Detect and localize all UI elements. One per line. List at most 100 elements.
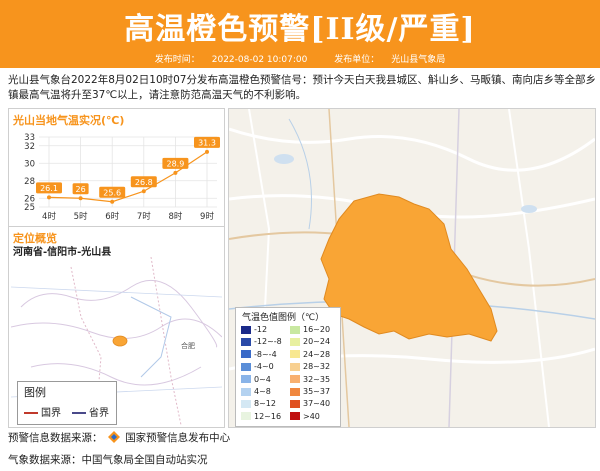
legend-range-label: 20~24 [303,337,331,347]
temperature-panel: 光山当地气温实况(℃) 25 26 28 30 32 33 4时 5时 6时 7时 8时 9时 26.1… [8,108,225,228]
legend-temperature-range: 16~20 [290,325,330,335]
chart-x-tick: 4时 [42,211,56,222]
chart-data-label: 25.6 [103,188,121,197]
legend-swatch [290,375,300,384]
location-panel: 定位概览 河南省-信阳市-光山县 合肥 图例 国界 省界 [8,226,225,428]
warning-source-name[interactable]: 国家预警信息发布中心 [125,432,230,444]
publisher-label: 发布单位： [334,55,380,65]
city-label: 合肥 [181,342,195,350]
legend-temperature-range: 28~32 [290,362,330,372]
warning-center-icon [107,430,120,446]
chart-data-label: 26.8 [135,178,153,187]
legend-swatch [290,325,300,334]
warning-meta: 发布时间： 2022-08-02 10:07:00 发布单位： 光山县气象局 [0,52,600,68]
chart-x-tick: 9时 [200,211,214,222]
legend-swatch [290,412,300,421]
chart-point [78,196,83,201]
legend-temperature-range: 35~37 [290,387,330,397]
legend-range-label: 4~8 [254,387,271,396]
chart-point [47,195,51,200]
legend-range-label: 32~35 [303,374,331,384]
legend-swatch [241,412,251,421]
legend-swatch [290,337,300,346]
legend-range-label: 8~12 [254,399,276,409]
legend-temperature-range: 37~40 [290,399,330,409]
guangshan-highlight [112,335,128,347]
chart-data-label: 26.1 [40,184,58,193]
legend-temperature-range: 32~35 [290,375,330,385]
temperature-legend: 气温色值图例（℃） -12 -12~-8 -8~-4 -4~0 0~4 4~8 8~12 12… [235,307,341,427]
legend-range-label: -8~-4 [254,349,277,359]
legend-range-label: 37~40 [303,399,331,409]
weather-source: 气象数据来源：中国气象局全国自动站实况 [8,452,208,467]
chart-data-label: 28.9 [166,159,184,168]
chart-point [205,149,209,154]
legend-item-national-border: 国界 [24,404,61,419]
chart-y-tick: 30 [24,159,35,169]
legend-item-provincial-border: 省界 [72,404,109,419]
location-subtitle: 河南省-信阳市-光山县 [13,247,112,258]
weather-source-name: 中国气象局全国自动站实况 [81,454,208,466]
legend-range-label: -12 [254,325,268,334]
overview-legend-title: 图例 [24,386,46,399]
chart-point [110,199,115,204]
legend-temperature-range: 4~8 [241,387,271,397]
overview-legend: 图例 国界 省界 [17,381,117,425]
legend-temperature-range: -12~-8 [241,337,282,347]
legend-temperature-range: -12 [241,325,267,335]
legend-range-label: 12~16 [254,411,282,421]
legend-temperature-range: -8~-4 [241,350,277,360]
chart-x-tick: 8时 [168,211,182,222]
legend-swatch [290,362,300,371]
legend-temperature-range: -4~0 [241,362,274,372]
chart-x-tick: 6时 [105,211,119,222]
chart-y-tick: 33 [24,133,35,143]
chart-y-tick: 28 [24,177,35,187]
chart-y-tick: 25 [24,203,35,213]
legend-range-label: -4~0 [254,362,274,372]
publisher: 光山县气象局 [391,55,446,65]
legend-temperature-range: >40 [290,412,320,422]
chart-data-label: 26 [76,185,86,194]
chart-point [173,170,178,175]
publish-time: 2022-08-02 10:07:00 [211,55,308,65]
overview-map[interactable]: 合肥 图例 国界 省界 [10,256,223,426]
warning-source-label: 预警信息数据来源： [8,432,103,444]
legend-swatch [241,337,251,346]
legend-swatch [241,362,251,371]
legend-swatch [241,387,251,396]
chart-x-tick: 7时 [137,211,151,222]
legend-range-label: 0~4 [254,374,271,384]
legend-range-label: >40 [303,411,320,421]
legend-temperature-range: 24~28 [290,350,330,360]
chart-y-tick: 26 [24,194,35,204]
legend-swatch [290,387,300,396]
warning-map[interactable]: 气温色值图例（℃） -12 -12~-8 -8~-4 -4~0 0~4 4~8 8~12 12… [228,108,596,428]
legend-temperature-range: 20~24 [290,337,330,347]
legend-range-label: 16~20 [303,325,331,334]
warning-description: 光山县气象台2022年8月02日10时07分发布高温橙色预警信号：预计今天白天我… [8,74,596,101]
legend-range-label: 24~28 [303,349,331,359]
legend-temperature-range: 0~4 [241,375,271,385]
temperature-legend-title: 气温色值图例（℃） [242,313,325,323]
publish-time-label: 发布时间： [154,55,200,65]
legend-swatch [241,350,251,359]
chart-x-tick: 5时 [74,211,88,222]
legend-temperature-range: 12~16 [241,412,281,422]
warning-title: 高温橙色预警[II级/严重] [124,12,476,47]
temperature-chart: 2526283032334时 5时 6时 7时 8时 9时26.1 26 25.626.828… [24,133,220,222]
legend-range-label: -12~-8 [254,337,282,347]
legend-swatch [290,350,300,359]
legend-range-label: 35~37 [303,387,331,396]
legend-temperature-range: 8~12 [241,399,276,409]
legend-swatch [241,375,251,384]
legend-range-label: 28~32 [303,362,331,372]
legend-swatch [241,399,251,408]
legend-swatch [290,399,300,408]
chart-point [141,189,146,194]
warning-source: 预警信息数据来源： 国家预警信息发布中心 [8,430,230,446]
chart-y-tick: 32 [24,142,35,152]
weather-source-label: 气象数据来源： [8,454,82,466]
legend-swatch [241,325,251,334]
warning-banner: 高温橙色预警[II级/严重] [0,0,600,52]
